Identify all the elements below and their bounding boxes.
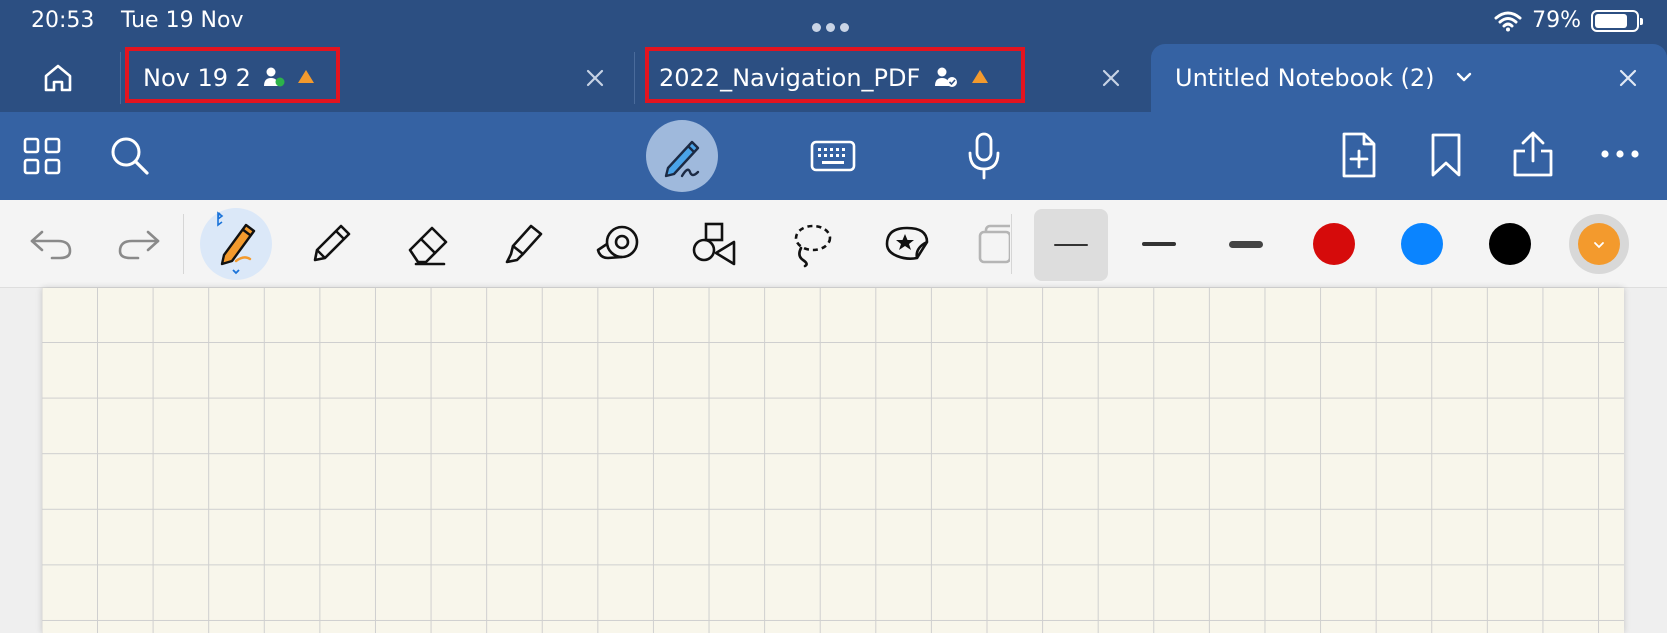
redo-button[interactable] [104,208,174,280]
tab-untitled-notebook-2[interactable]: Untitled Notebook (2) [1151,44,1667,112]
pen-mode-button[interactable] [646,120,718,192]
thumbnails-grid-icon[interactable] [22,136,62,176]
tape-tool[interactable] [584,208,654,280]
multitasking-dots-icon[interactable] [812,17,854,36]
tools-toolbar [0,200,1667,288]
eraser-tool[interactable] [393,208,463,280]
wifi-icon [1494,11,1522,31]
color-blue[interactable] [1401,223,1443,265]
highlight-box [125,47,340,103]
thick-line-icon [1229,240,1263,248]
tab-label: Untitled Notebook (2) [1175,64,1474,92]
home-icon [44,64,72,92]
share-icon[interactable] [1510,128,1556,180]
image-icon [978,224,1010,264]
highlighter-icon [505,224,543,264]
bookmark-icon[interactable] [1428,130,1464,180]
tab-bar: Nov 19 2 2022_Navigation_PDF Untitled No… [0,44,1667,112]
chevron-down-icon[interactable] [1454,70,1474,84]
pencil-tool[interactable] [296,208,366,280]
close-icon[interactable] [583,66,607,90]
shapes-icon [692,222,736,266]
shapes-tool[interactable] [680,208,750,280]
search-icon[interactable] [108,134,152,178]
redo-icon [118,230,160,260]
divider [1011,214,1012,274]
sticker-tool[interactable] [872,208,942,280]
lasso-icon [794,224,832,268]
grid-paper-page[interactable] [42,288,1624,633]
main-toolbar [0,112,1667,200]
stroke-width-thick[interactable] [1211,208,1281,280]
undo-button[interactable] [16,208,86,280]
highlight-box [645,47,1025,103]
close-icon[interactable] [1099,66,1123,90]
color-orange-selected[interactable] [1569,214,1629,274]
status-bar: 20:53 Tue 19 Nov 79% [0,0,1667,44]
sticker-icon [885,226,929,260]
pen-tool[interactable] [201,208,271,280]
notebook-canvas-area [0,288,1667,633]
stroke-width-medium[interactable] [1124,208,1194,280]
battery-icon [1591,9,1643,32]
pencil-icon [313,224,351,262]
divider [183,214,184,274]
eraser-icon [408,226,448,266]
microphone-icon[interactable] [964,130,1004,182]
medium-line-icon [1142,242,1176,246]
pen-icon [217,211,256,275]
keyboard-icon[interactable] [809,136,857,176]
status-time: 20:53 [31,8,95,33]
more-icon[interactable] [1600,142,1640,166]
tab-title: Untitled Notebook (2) [1175,64,1435,92]
status-indicators: 79% [1494,8,1643,33]
color-black[interactable] [1489,223,1531,265]
tape-icon [596,225,639,260]
lasso-tool[interactable] [776,208,846,280]
color-red[interactable] [1313,223,1355,265]
close-icon[interactable] [1616,66,1640,90]
home-button[interactable] [36,58,80,98]
pen-mode-icon [664,140,700,178]
highlighter-tool[interactable] [488,208,558,280]
stroke-width-thin-selected[interactable] [1034,209,1108,281]
battery-percent: 79% [1532,8,1581,33]
image-tool[interactable] [970,208,1010,280]
undo-icon [30,230,72,260]
thin-line-icon [1054,244,1088,246]
status-date: Tue 19 Nov [121,8,244,33]
add-page-icon[interactable] [1338,130,1380,180]
chevron-down-icon [1594,242,1604,249]
